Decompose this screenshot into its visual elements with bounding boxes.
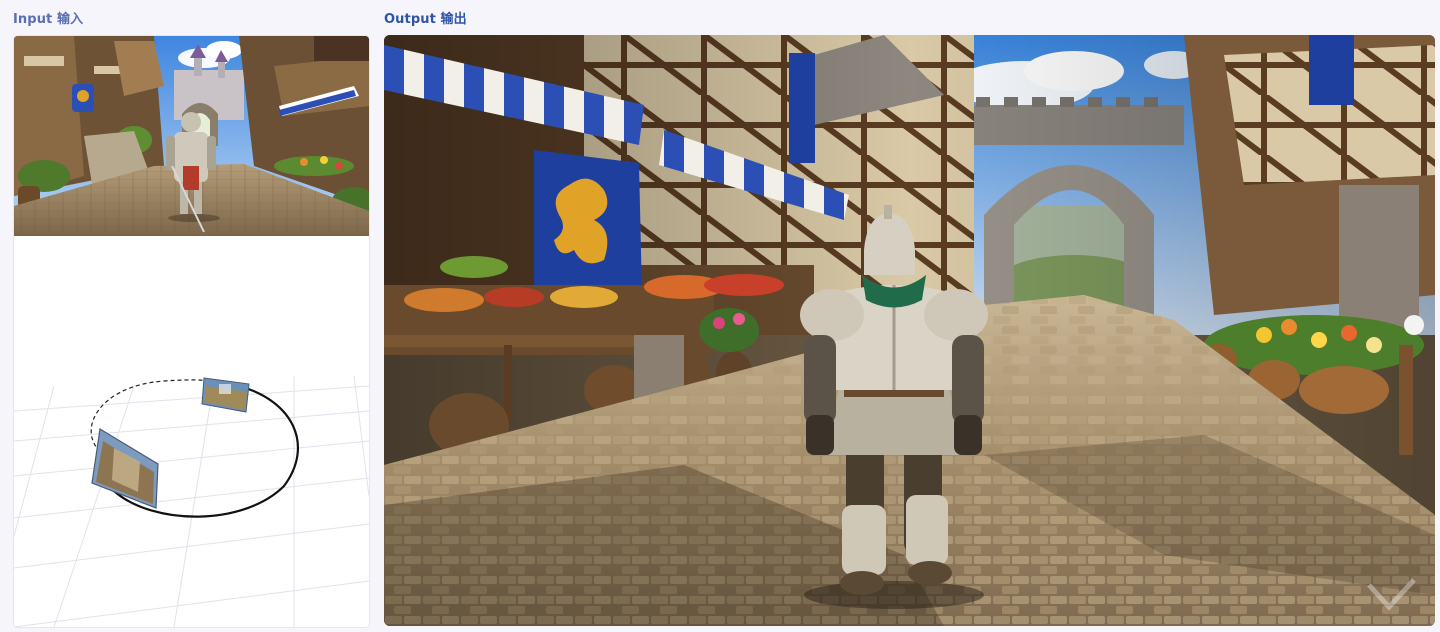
output-scene xyxy=(384,35,1435,626)
input-image xyxy=(14,36,369,236)
camera-trajectory-diagram xyxy=(14,236,369,627)
input-card xyxy=(13,35,370,628)
heraldic-banner xyxy=(534,150,642,295)
input-label: Input 输入 xyxy=(13,12,84,27)
page: Input 输入 Output 输出 xyxy=(0,0,1440,632)
banner-small xyxy=(789,53,815,163)
output-image xyxy=(384,35,1435,626)
output-label: Output 输出 xyxy=(384,12,467,27)
